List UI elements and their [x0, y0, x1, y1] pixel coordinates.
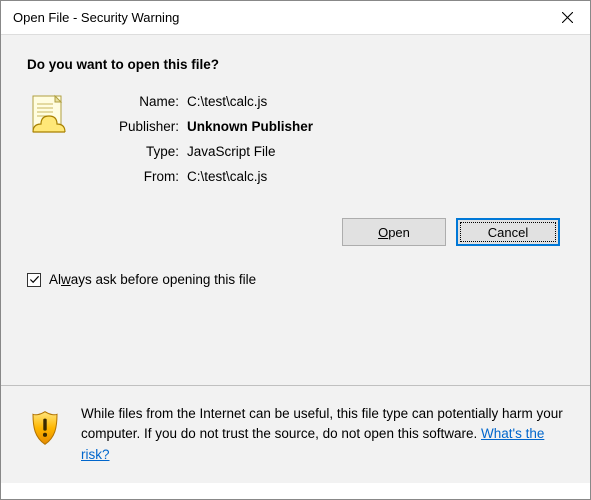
file-details-table: Name: C:\test\calc.js Publisher: Unknown…	[93, 94, 313, 184]
close-button[interactable]	[544, 1, 590, 35]
name-value: C:\test\calc.js	[187, 94, 313, 109]
publisher-value: Unknown Publisher	[187, 119, 313, 134]
question-heading: Do you want to open this file?	[27, 57, 564, 72]
checkbox-label-accel: w	[61, 272, 71, 287]
always-ask-checkbox[interactable]	[27, 273, 41, 287]
type-value: JavaScript File	[187, 144, 313, 159]
cancel-button[interactable]: Cancel	[456, 218, 560, 246]
close-icon	[562, 12, 573, 23]
footer-text: While files from the Internet can be use…	[81, 404, 564, 465]
always-ask-label[interactable]: Always ask before opening this file	[49, 272, 256, 287]
button-row: Open Cancel	[27, 218, 564, 246]
open-button-rest: pen	[388, 225, 410, 240]
file-info-row: Name: C:\test\calc.js Publisher: Unknown…	[27, 94, 564, 184]
name-label: Name:	[93, 94, 179, 109]
titlebar: Open File - Security Warning	[1, 1, 590, 35]
open-button-accel: O	[378, 225, 388, 240]
script-file-icon	[27, 94, 71, 138]
from-value: C:\test\calc.js	[187, 169, 313, 184]
cancel-button-label: Cancel	[488, 225, 528, 240]
always-ask-row: Always ask before opening this file	[27, 272, 564, 287]
checkbox-label-prefix: Al	[49, 272, 61, 287]
type-label: Type:	[93, 144, 179, 159]
dialog-content: Do you want to open this file? Name: C:\…	[1, 35, 590, 385]
checkbox-label-suffix: ays ask before opening this file	[71, 272, 256, 287]
publisher-label: Publisher:	[93, 119, 179, 134]
open-button[interactable]: Open	[342, 218, 446, 246]
window-title: Open File - Security Warning	[13, 10, 179, 25]
footer-warning: While files from the Internet can be use…	[1, 386, 590, 483]
checkmark-icon	[29, 274, 40, 285]
shield-warning-icon	[27, 410, 63, 446]
from-label: From:	[93, 169, 179, 184]
